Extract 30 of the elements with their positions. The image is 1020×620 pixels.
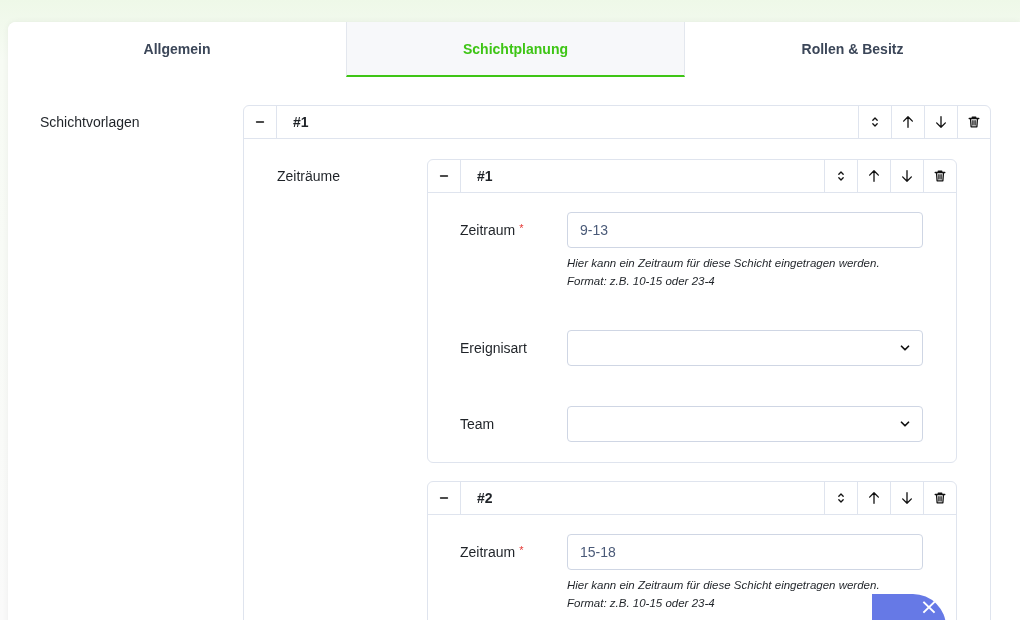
item-title: #2 <box>476 490 494 506</box>
help-text: Hier kann ein Zeitraum für diese Schicht eingetragen werden. <box>567 257 880 269</box>
period-input[interactable]: 15-18 <box>567 534 923 570</box>
arrow-up-icon <box>867 169 881 183</box>
periods-label: Zeiträume <box>277 168 341 184</box>
arrow-up-icon <box>867 491 881 505</box>
trash-icon <box>933 491 947 505</box>
arrow-up-icon <box>901 115 915 129</box>
section-label: Schichtvorlagen <box>40 114 140 130</box>
select-field[interactable] <box>567 330 923 366</box>
select-field[interactable] <box>567 406 923 442</box>
item-title: #1 <box>476 168 494 184</box>
help-text: Hier kann ein Zeitraum für diese Schicht eingetragen werden. <box>567 579 880 591</box>
field-label: Zeitraum <box>460 544 516 560</box>
field-label: Zeitraum <box>460 222 516 238</box>
tab[interactable]: Rollen & Besitz <box>685 22 1020 77</box>
help-text: Format: z.B. 10-15 oder 23-4 <box>567 597 715 609</box>
period-input[interactable]: 9-13 <box>567 212 923 248</box>
trash-icon <box>967 115 981 129</box>
arrow-down-icon <box>900 491 914 505</box>
field-label: Ereignisart <box>460 340 527 356</box>
tab[interactable]: Allgemein <box>8 22 346 77</box>
help-text: Format: z.B. 10-15 oder 23-4 <box>567 275 715 287</box>
arrow-down-icon <box>900 169 914 183</box>
arrow-down-icon <box>934 115 948 129</box>
trash-icon <box>933 169 947 183</box>
required-mark: * <box>519 222 524 234</box>
item-title: #1 <box>292 114 310 130</box>
required-mark: * <box>519 544 524 556</box>
field-label: Team <box>460 416 495 432</box>
